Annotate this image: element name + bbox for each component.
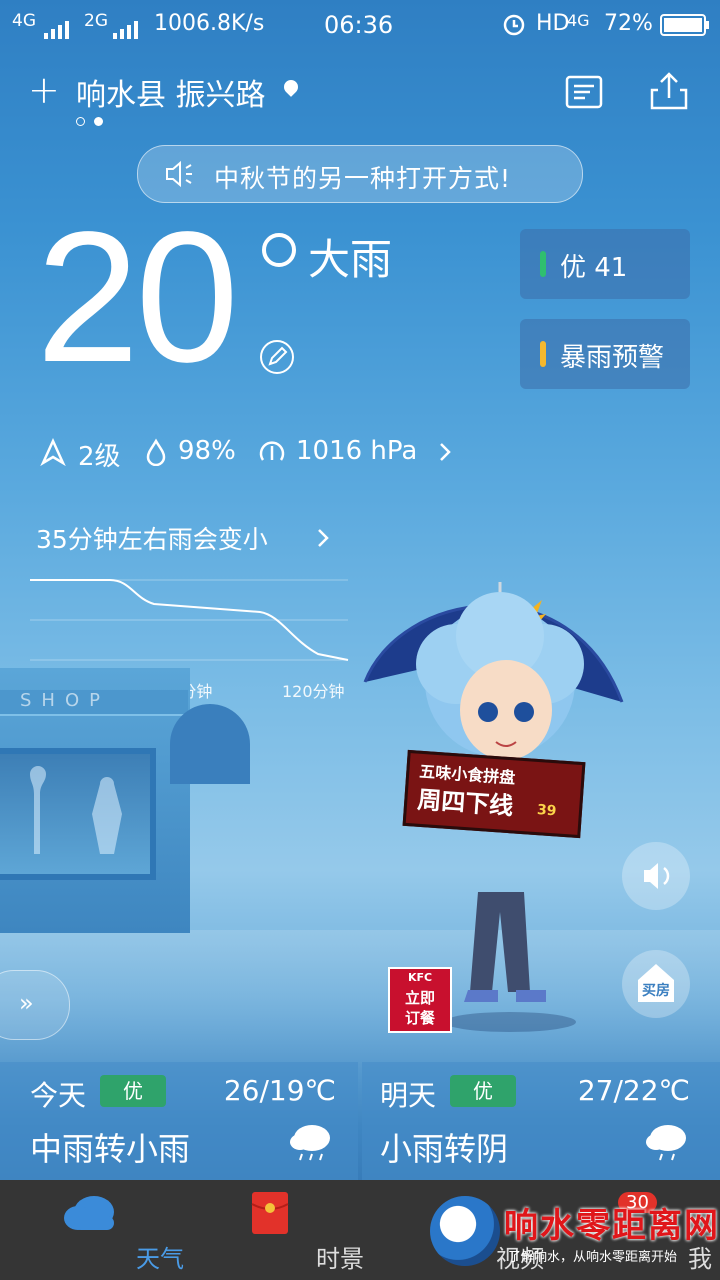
forecast-day: 明天 <box>380 1079 437 1112</box>
kfc-cta-1: 立即 <box>404 989 435 1007</box>
tab-scenes[interactable]: 时景 <box>200 1180 364 1280</box>
watermark-title: 响水零距离网 <box>504 1206 720 1246</box>
network-speed: 1006.8K/s <box>154 11 265 36</box>
chevron-right-icon-2 <box>316 526 330 554</box>
aqi-bar <box>540 251 546 277</box>
warning-label: 暴雨预警 <box>560 343 665 373</box>
forecast-desc: 中雨转小雨 <box>30 1130 191 1168</box>
pressure-icon <box>258 438 286 473</box>
tab-weather[interactable]: 天气 <box>20 1180 184 1280</box>
kfc-cta-2: 订餐 <box>404 1009 435 1027</box>
add-city-button[interactable]: + <box>28 68 60 112</box>
current-condition: 大雨 <box>308 235 393 284</box>
watermark-logo <box>430 1196 500 1266</box>
forecast-tomorrow[interactable]: 明天 优 27/22℃ 小雨转阴 <box>362 1062 720 1180</box>
news-icon[interactable] <box>565 74 609 118</box>
ad-board[interactable]: 五味小食拼盘 周四下线 39 <box>402 749 586 839</box>
ad-line-2: 周四下线 <box>416 785 515 821</box>
pressure-value: 1016 hPa <box>296 436 418 466</box>
page-indicator <box>76 111 112 130</box>
kfc-order-button[interactable]: KFC 立即 订餐 <box>388 967 452 1033</box>
kfc-brand: KFC <box>407 971 433 984</box>
signal-icon-2 <box>113 14 141 39</box>
warning-chip[interactable]: 暴雨预警 <box>520 319 690 389</box>
forecast-desc: 小雨转阴 <box>380 1130 509 1168</box>
humidity-icon <box>144 438 168 473</box>
forecast-aqi: 优 <box>100 1075 166 1107</box>
forecast-today[interactable]: 今天 优 26/19℃ 中雨转小雨 <box>0 1062 358 1180</box>
wind-icon <box>40 437 66 473</box>
chevron-right-icon <box>438 440 452 471</box>
watermark: 响水零距离网 了解响水，从响水零距离开始 <box>430 1186 720 1280</box>
tick-label: 120分钟 <box>282 682 345 701</box>
humidity-value: 98% <box>178 436 236 466</box>
shop-window <box>0 748 156 880</box>
battery-percent: 72% <box>604 11 653 36</box>
edit-icon[interactable] <box>258 338 296 380</box>
network-type-3: 4G <box>567 11 590 30</box>
shop-sign: SHOP <box>0 690 188 716</box>
rain-trend-chart <box>30 560 350 674</box>
clock: 06:36 <box>324 11 394 39</box>
current-temperature: 20 <box>36 194 239 401</box>
expand-button[interactable]: » <box>0 970 70 1040</box>
hd-indicator: HD <box>536 11 570 36</box>
alarm-icon <box>502 12 526 42</box>
battery-icon <box>660 13 710 43</box>
banner-text: 中秋节的另一种打开方式! <box>214 164 512 193</box>
cloud-icon <box>62 1192 118 1238</box>
awning-illustration <box>170 704 250 784</box>
signal-icon <box>44 14 72 39</box>
location-pin-icon <box>281 77 301 97</box>
degree-symbol <box>262 233 296 267</box>
forecast-day: 今天 <box>30 1079 87 1112</box>
network-type-2: 2G <box>84 11 108 31</box>
forecast-range: 26/19℃ <box>223 1074 336 1107</box>
share-icon[interactable] <box>648 70 692 114</box>
network-type-1: 4G <box>12 11 36 31</box>
shop-illustration: SHOP <box>0 668 190 933</box>
rain-forecast-message[interactable]: 35分钟左右雨会变小 <box>36 520 268 556</box>
speaker-icon <box>164 160 196 192</box>
rain-cloud-icon <box>288 1120 334 1168</box>
status-bar: 4G 2G 1006.8K/s 06:36 HD 4G 72% <box>0 0 720 50</box>
wind-level: 2级 <box>78 442 121 472</box>
forecast-aqi: 优 <box>450 1075 516 1107</box>
aqi-chip[interactable]: 优 41 <box>520 229 690 299</box>
warning-bar <box>540 341 546 367</box>
watermark-subtitle: 了解响水，从响水零距离开始 <box>508 1250 678 1265</box>
red-envelope-icon <box>250 1190 290 1240</box>
forecast-range: 27/22℃ <box>577 1074 690 1107</box>
aqi-label: 优 41 <box>560 253 628 283</box>
light-rain-cloud-icon <box>644 1120 690 1168</box>
ad-price: 39 <box>536 802 557 820</box>
buy-house-label: 买房 <box>642 983 670 999</box>
location-title[interactable]: 响水县 振兴路 <box>76 70 266 114</box>
